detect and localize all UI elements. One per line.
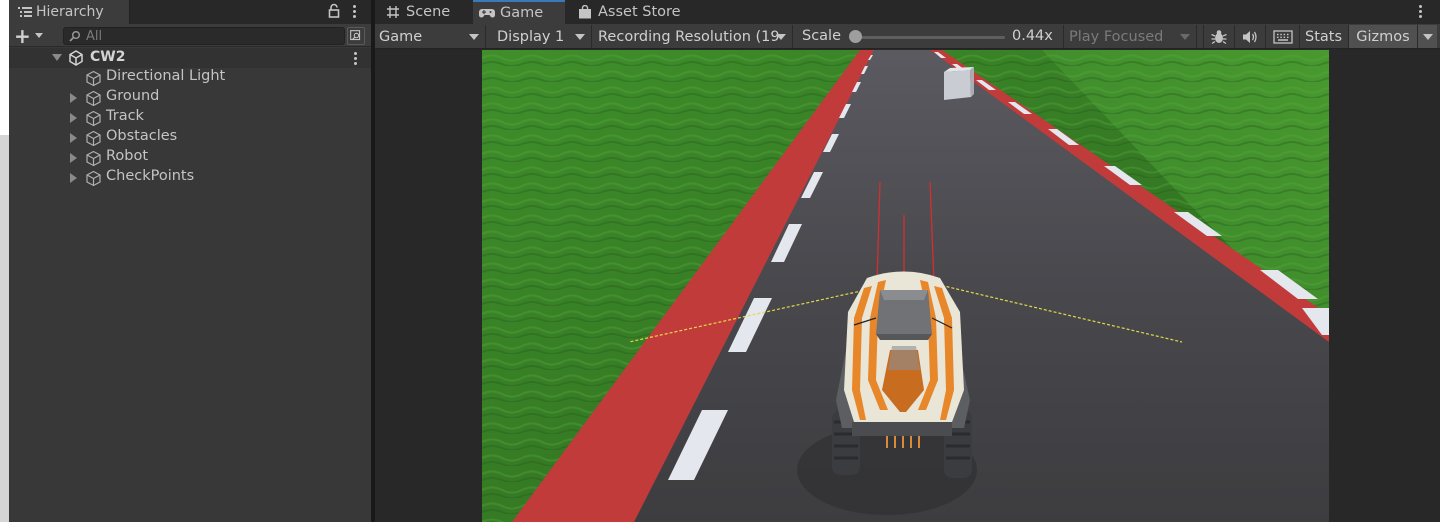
hierarchy-item-ground[interactable]: Ground [9, 88, 371, 108]
hierarchy-item-label: Robot [106, 148, 149, 164]
expand-arrow-icon[interactable] [70, 153, 77, 163]
mute-audio-button[interactable] [1234, 25, 1264, 48]
gameobject-icon [86, 110, 101, 127]
hierarchy-tabbar: Hierarchy [9, 0, 371, 24]
collapse-arrow-icon[interactable] [52, 54, 62, 61]
scene-row[interactable]: CW2 [9, 48, 371, 68]
grid-icon [387, 6, 399, 18]
chevron-down-icon [469, 34, 479, 40]
game-menu-icon[interactable] [1417, 4, 1423, 20]
hierarchy-item-label: CheckPoints [106, 168, 195, 184]
chevron-down-icon [575, 34, 585, 40]
gameobject-icon [86, 70, 101, 87]
hierarchy-panel: Hierarchy + All CW2 Directional Light Gr… [9, 0, 371, 522]
keyboard-icon [1272, 29, 1293, 44]
scene-name: CW2 [90, 49, 126, 65]
game-viewport[interactable] [482, 50, 1329, 522]
display-dropdown[interactable]: Display 1 [491, 25, 592, 48]
scene-search-icon[interactable] [347, 27, 365, 45]
tab-hierarchy-label: Hierarchy [36, 4, 104, 20]
gameobject-icon [86, 150, 101, 167]
gizmos-button[interactable]: Gizmos [1348, 25, 1417, 48]
hierarchy-search[interactable] [63, 27, 345, 45]
unity-scene-icon [69, 50, 83, 66]
tab-hierarchy[interactable]: Hierarchy [9, 0, 130, 24]
stats-label: Stats [1304, 28, 1342, 45]
play-focus-dropdown[interactable]: Play Focused [1063, 25, 1197, 48]
game-tabbar: Scene Game Asset Store [375, 0, 1440, 24]
tab-scene[interactable]: Scene [383, 0, 473, 24]
display-value: Display 1 [497, 28, 565, 45]
tab-asset-store[interactable]: Asset Store [577, 0, 697, 24]
stats-button[interactable]: Stats [1299, 25, 1347, 48]
play-mode-value: Play Focused [1069, 28, 1164, 45]
tab-game-label: Game [500, 5, 544, 21]
gizmos-label: Gizmos [1356, 28, 1410, 45]
bug-icon [1210, 29, 1227, 44]
search-input[interactable] [86, 28, 326, 44]
hierarchy-item-obstacles[interactable]: Obstacles [9, 128, 371, 148]
tab-game[interactable]: Game [473, 0, 565, 24]
create-button[interactable]: + [14, 23, 50, 48]
hierarchy-item-label: Directional Light [106, 68, 226, 84]
plus-icon: + [14, 23, 31, 48]
hierarchy-menu-icon[interactable] [351, 4, 357, 20]
expand-arrow-icon[interactable] [70, 173, 77, 183]
resolution-dropdown[interactable]: Recording Resolution (19 [593, 25, 793, 48]
hierarchy-item-directional-light[interactable]: Directional Light [9, 68, 371, 88]
hierarchy-item-label: Track [106, 108, 144, 124]
hierarchy-item-label: Ground [106, 88, 160, 104]
resolution-value: Recording Resolution (19 [598, 28, 780, 45]
game-toolbar: Game Display 1 Recording Resolution (19 … [375, 24, 1440, 49]
gameobject-icon [86, 130, 101, 147]
gameobject-icon [86, 90, 101, 107]
gamepad-icon [479, 9, 495, 18]
hierarchy-toolbar: + [9, 24, 371, 47]
lock-icon[interactable] [328, 3, 340, 19]
hierarchy-item-track[interactable]: Track [9, 108, 371, 128]
chevron-down-icon [1423, 34, 1433, 40]
expand-arrow-icon[interactable] [70, 133, 77, 143]
unity-editor: Hierarchy + All CW2 Directional Light Gr… [0, 0, 1440, 522]
hierarchy-item-robot[interactable]: Robot [9, 148, 371, 168]
expand-arrow-icon[interactable] [70, 113, 77, 123]
shortcuts-button[interactable] [1265, 25, 1299, 48]
speaker-icon [1242, 30, 1257, 43]
debug-button[interactable] [1203, 25, 1233, 48]
scale-slider-track[interactable] [855, 36, 1005, 39]
hierarchy-item-checkpoints[interactable]: CheckPoints [9, 168, 371, 188]
window-edge-lower [0, 135, 9, 522]
gizmos-dropdown[interactable] [1417, 25, 1437, 48]
expand-arrow-icon[interactable] [70, 93, 77, 103]
list-icon [18, 7, 32, 17]
scale-label: Scale [802, 28, 842, 44]
chevron-down-icon [776, 34, 786, 40]
gameobject-icon [86, 170, 101, 187]
tab-asset-store-label: Asset Store [598, 4, 681, 20]
game-mode-value: Game [379, 28, 423, 45]
search-icon [69, 31, 80, 42]
chevron-down-icon [34, 33, 43, 38]
chevron-down-icon [1180, 34, 1190, 40]
scale-slider-handle[interactable] [849, 30, 862, 43]
game-render [482, 50, 1329, 522]
game-mode-dropdown[interactable]: Game [375, 25, 486, 48]
scale-value: 0.44x [1012, 28, 1053, 44]
tab-scene-label: Scene [406, 4, 451, 20]
scene-menu-icon[interactable] [352, 51, 358, 67]
shopping-bag-icon [579, 5, 591, 19]
hierarchy-item-label: Obstacles [106, 128, 178, 144]
game-panel: Scene Game Asset Store Game Display 1 Re… [375, 0, 1440, 522]
